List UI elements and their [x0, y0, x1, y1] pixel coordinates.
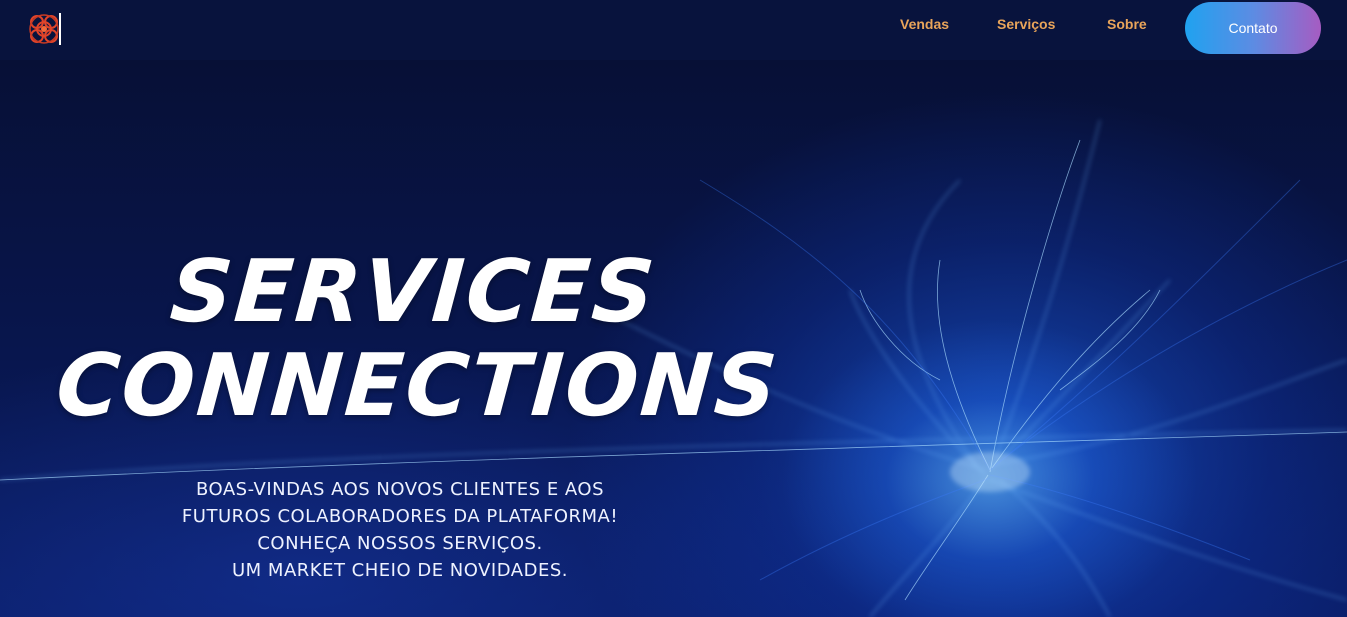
contact-button[interactable]: Contato — [1185, 2, 1321, 54]
hero-subtitle-line: CONHEÇA NOSSOS SERVIÇOS. — [257, 533, 543, 554]
nav-link-vendas[interactable]: Vendas — [900, 16, 949, 32]
nav-link-sobre[interactable]: Sobre — [1107, 16, 1147, 32]
landing-page: Vendas Serviços Sobre Contato SERVICES C… — [0, 0, 1347, 617]
hero-section: SERVICES CONNECTIONS BOAS-VINDAS AOS NOV… — [0, 60, 1347, 617]
nav-link-servicos[interactable]: Serviços — [997, 16, 1055, 32]
hero-subtitle-line: FUTUROS COLABORADORES DA PLATAFORMA! — [181, 506, 619, 527]
hero-title-line-1: SERVICES — [167, 242, 660, 342]
navbar: Vendas Serviços Sobre Contato — [0, 0, 1347, 60]
logo-divider — [59, 13, 61, 45]
hero-title-line-2: CONNECTIONS — [53, 336, 782, 436]
hero-subtitle-line: UM MARKET CHEIO DE NOVIDADES. — [232, 560, 568, 581]
hero-subtitle: BOAS-VINDAS AOS NOVOS CLIENTES E AOS FUT… — [100, 476, 700, 584]
knot-logo-icon[interactable] — [24, 10, 64, 48]
hero-title: SERVICES CONNECTIONS — [53, 242, 782, 436]
hero-subtitle-line: BOAS-VINDAS AOS NOVOS CLIENTES E AOS — [195, 479, 605, 500]
